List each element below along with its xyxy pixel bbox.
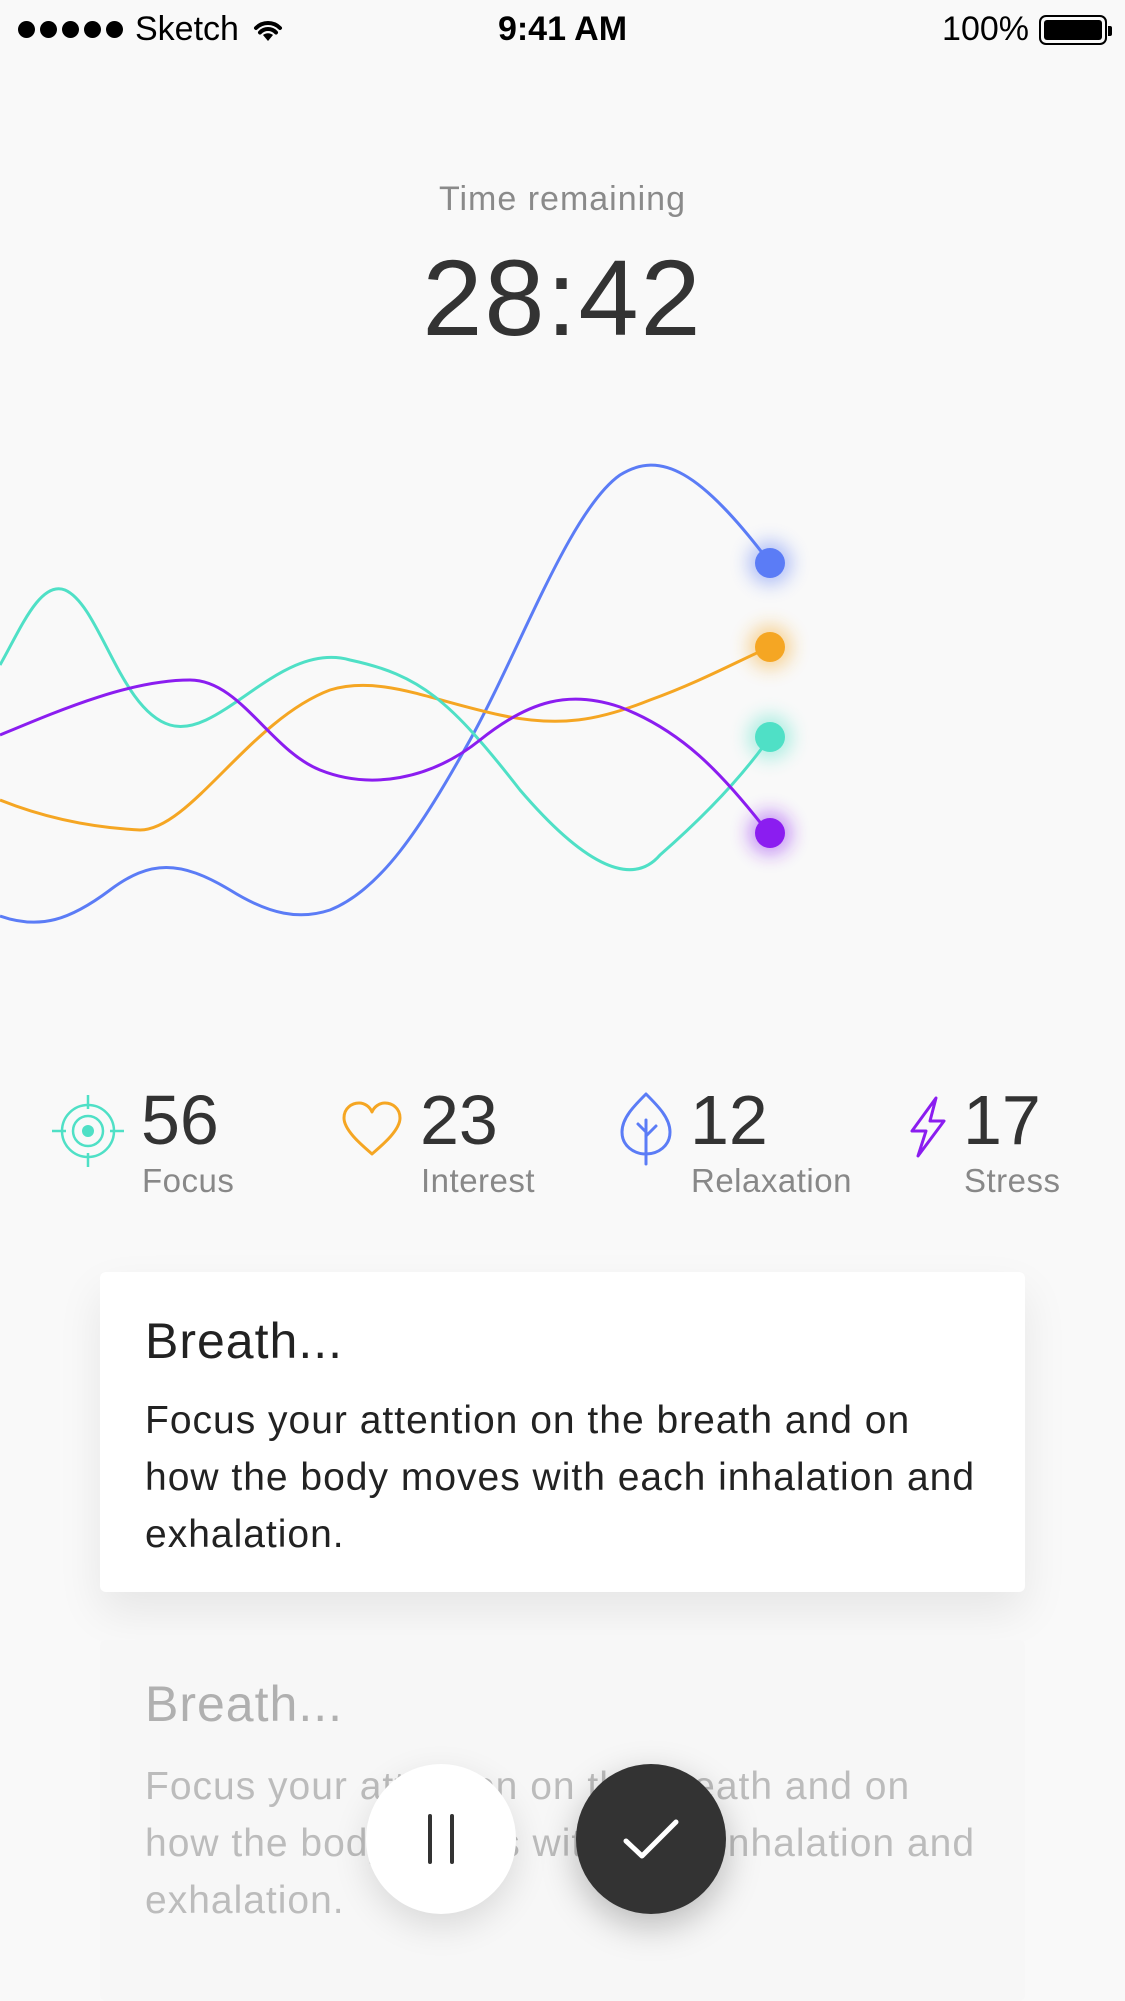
pause-button[interactable] [366,1764,516,1914]
status-bar: Sketch 9:41 AM 100% [0,0,1125,64]
metric-label: Relaxation [691,1162,852,1199]
series-endpoint-focus [755,722,785,752]
metric-label: Focus [142,1162,235,1199]
heart-icon [342,1101,402,1156]
card-body: Focus your attention on the breath and o… [145,1765,976,1922]
series-line-relaxation [0,463,772,924]
series-line-interest [0,645,771,832]
metric-label: Interest [421,1162,536,1199]
metric-value: 12 [690,1081,768,1159]
checkmark-icon [623,1819,679,1859]
series-endpoint-stress [755,818,785,848]
metric-value: 23 [420,1081,498,1159]
metrics-row: 56 Focus 23 Interest 12 Relaxation 17 St… [0,1080,1125,1200]
leaf-icon [620,1092,672,1166]
instruction-card[interactable]: Breath... Focus your attention on the br… [100,1272,1025,1592]
metric-label: Stress [964,1162,1061,1199]
card-title: Breath... [145,1313,343,1369]
metric-value: 17 [963,1081,1041,1159]
battery-percent: 100% [942,10,1029,48]
time-remaining-label: Time remaining [438,180,687,218]
card-title: Breath... [145,1676,343,1732]
lightning-icon [910,1096,946,1158]
card-body: Focus your attention on the breath and o… [145,1399,976,1556]
complete-button[interactable] [576,1764,726,1914]
target-icon [52,1095,124,1167]
time-remaining-value: 28:42 [422,237,703,358]
pause-icon [428,1814,454,1864]
metrics-chart [0,463,792,924]
series-endpoint-interest [755,632,785,662]
battery-icon [1039,14,1112,45]
series-endpoint-relaxation [755,548,785,578]
series-line-stress [0,678,772,836]
metric-value: 56 [141,1081,219,1159]
next-instruction-card[interactable]: Breath... Focus your attention on the br… [100,1640,1025,2001]
